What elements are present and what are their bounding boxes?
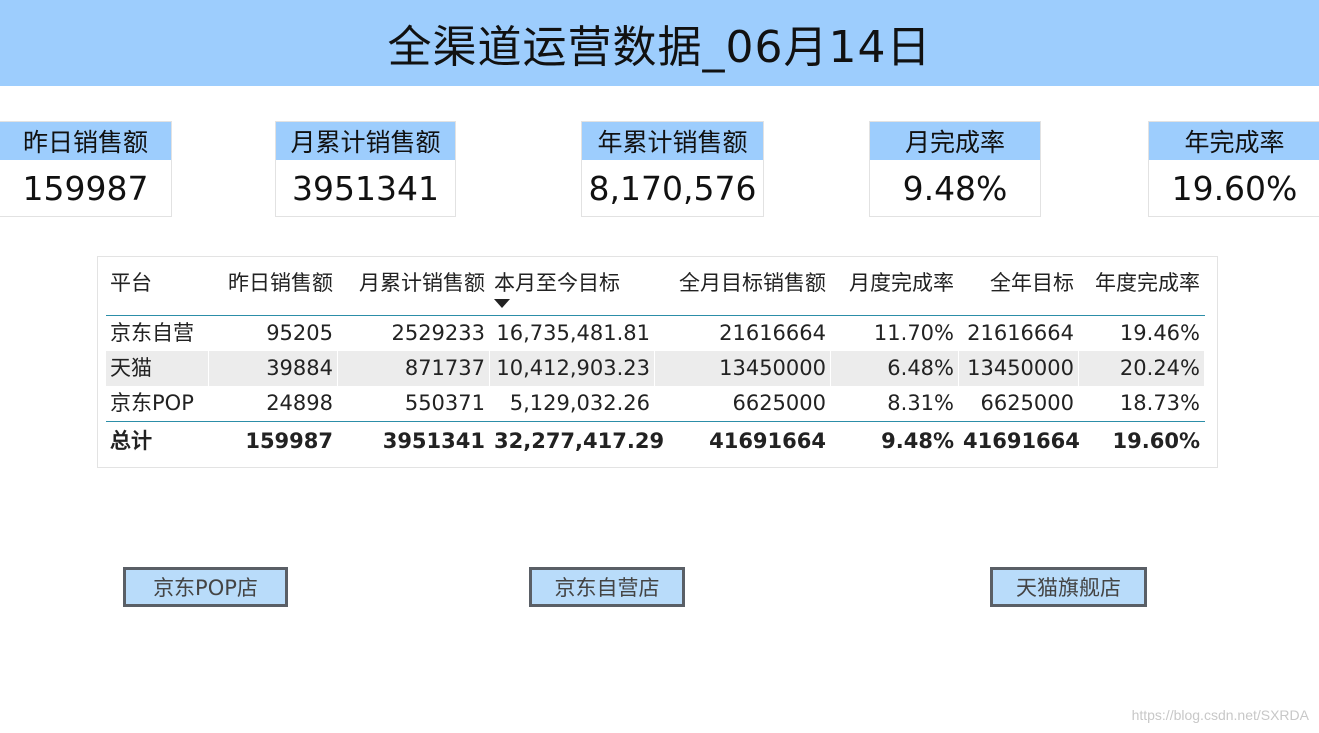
- table-cell: 天猫: [106, 351, 209, 386]
- table-cell: 2529233: [391, 321, 485, 345]
- table-cell: 11.70%: [873, 321, 954, 345]
- kpi-label: 月完成率: [870, 122, 1040, 160]
- table-row: 京东POP 24898 550371 5,129,032.26 6625000 …: [106, 386, 1205, 421]
- kpi-value: 9.48%: [902, 168, 1008, 208]
- total-cell: 总计: [110, 429, 152, 453]
- table-cell: 京东自营: [110, 321, 194, 345]
- total-cell: 9.48%: [881, 429, 954, 453]
- total-cell: 32,277,417.29: [494, 429, 665, 453]
- kpi-card-year-completion: 年完成率 19.60%: [1148, 121, 1319, 217]
- table-cell: 20.24%: [1079, 351, 1205, 386]
- table-body: 平台 昨日销售额 月累计销售额 本月至今目标 全月目标销售额 月度完成率 全年目…: [106, 265, 1205, 460]
- column-header[interactable]: 月度完成率: [831, 267, 959, 297]
- column-header[interactable]: 全年目标: [959, 267, 1079, 297]
- table-cell: 6625000: [732, 391, 826, 415]
- kpi-label: 昨日销售额: [0, 122, 171, 160]
- table-cell: 京东POP: [110, 391, 194, 415]
- total-cell: 159987: [245, 429, 333, 453]
- table-cell: 39884: [209, 351, 338, 386]
- table-cell: 18.73%: [1119, 391, 1200, 415]
- total-cell: 19.60%: [1112, 429, 1200, 453]
- table-header-row: 平台 昨日销售额 月累计销售额 本月至今目标 全月目标销售额 月度完成率 全年目…: [106, 265, 1205, 315]
- table-cell: 8.31%: [887, 391, 954, 415]
- jd-self-store-button[interactable]: 京东自营店: [529, 567, 685, 607]
- kpi-label: 月累计销售额: [276, 122, 455, 160]
- kpi-card-year-sales: 年累计销售额 8,170,576: [581, 121, 764, 217]
- tmall-flagship-store-button[interactable]: 天猫旗舰店: [990, 567, 1147, 607]
- table-total-row: 总计 159987 3951341 32,277,417.29 41691664…: [106, 422, 1205, 460]
- column-header[interactable]: 平台: [106, 267, 209, 297]
- page-title: 全渠道运营数据_06月14日: [387, 22, 932, 73]
- table-cell: 21616664: [719, 321, 826, 345]
- jd-pop-store-button[interactable]: 京东POP店: [123, 567, 288, 607]
- column-header-sorted[interactable]: 本月至今目标: [490, 267, 655, 308]
- kpi-value: 19.60%: [1171, 168, 1298, 208]
- title-banner: 全渠道运营数据_06月14日: [0, 0, 1319, 86]
- kpi-label: 年完成率: [1149, 122, 1319, 160]
- table-row: 天猫 39884 871737 10,412,903.23 13450000 6…: [106, 351, 1205, 386]
- kpi-card-month-sales: 月累计销售额 3951341: [275, 121, 456, 217]
- total-cell: 3951341: [382, 429, 485, 453]
- column-header[interactable]: 月累计销售额: [338, 267, 490, 297]
- table-cell: 550371: [404, 391, 485, 415]
- table-cell: 13450000: [655, 351, 831, 386]
- table-cell: 13450000: [959, 351, 1079, 386]
- table-cell: 5,129,032.26: [509, 391, 650, 415]
- column-header[interactable]: 全月目标销售额: [655, 267, 831, 297]
- table-cell: 19.46%: [1119, 321, 1200, 345]
- kpi-value: 3951341: [292, 168, 439, 208]
- total-cell: 41691664: [709, 429, 826, 453]
- table-cell: 871737: [338, 351, 490, 386]
- column-header[interactable]: 年度完成率: [1079, 267, 1205, 297]
- kpi-card-yesterday-sales: 昨日销售额 159987: [0, 121, 172, 217]
- platform-sales-table: 平台 昨日销售额 月累计销售额 本月至今目标 全月目标销售额 月度完成率 全年目…: [97, 256, 1218, 468]
- kpi-label: 年累计销售额: [582, 122, 763, 160]
- kpi-value: 159987: [22, 168, 149, 208]
- column-header-label: 本月至今目标: [494, 271, 620, 295]
- table-cell: 21616664: [967, 321, 1074, 345]
- table-cell: 6625000: [980, 391, 1074, 415]
- kpi-card-month-completion: 月完成率 9.48%: [869, 121, 1041, 217]
- table-cell: 24898: [266, 391, 333, 415]
- table-cell: 16,735,481.81: [496, 321, 650, 345]
- sort-descending-icon[interactable]: [494, 299, 510, 308]
- table-cell: 95205: [266, 321, 333, 345]
- table-cell: 6.48%: [831, 351, 959, 386]
- column-header[interactable]: 昨日销售额: [209, 267, 338, 297]
- total-cell: 41691664: [963, 429, 1080, 453]
- watermark: https://blog.csdn.net/SXRDA: [1131, 707, 1309, 723]
- kpi-value: 8,170,576: [588, 168, 757, 208]
- table-row: 京东自营 95205 2529233 16,735,481.81 2161666…: [106, 316, 1205, 351]
- table-cell: 10,412,903.23: [490, 351, 655, 386]
